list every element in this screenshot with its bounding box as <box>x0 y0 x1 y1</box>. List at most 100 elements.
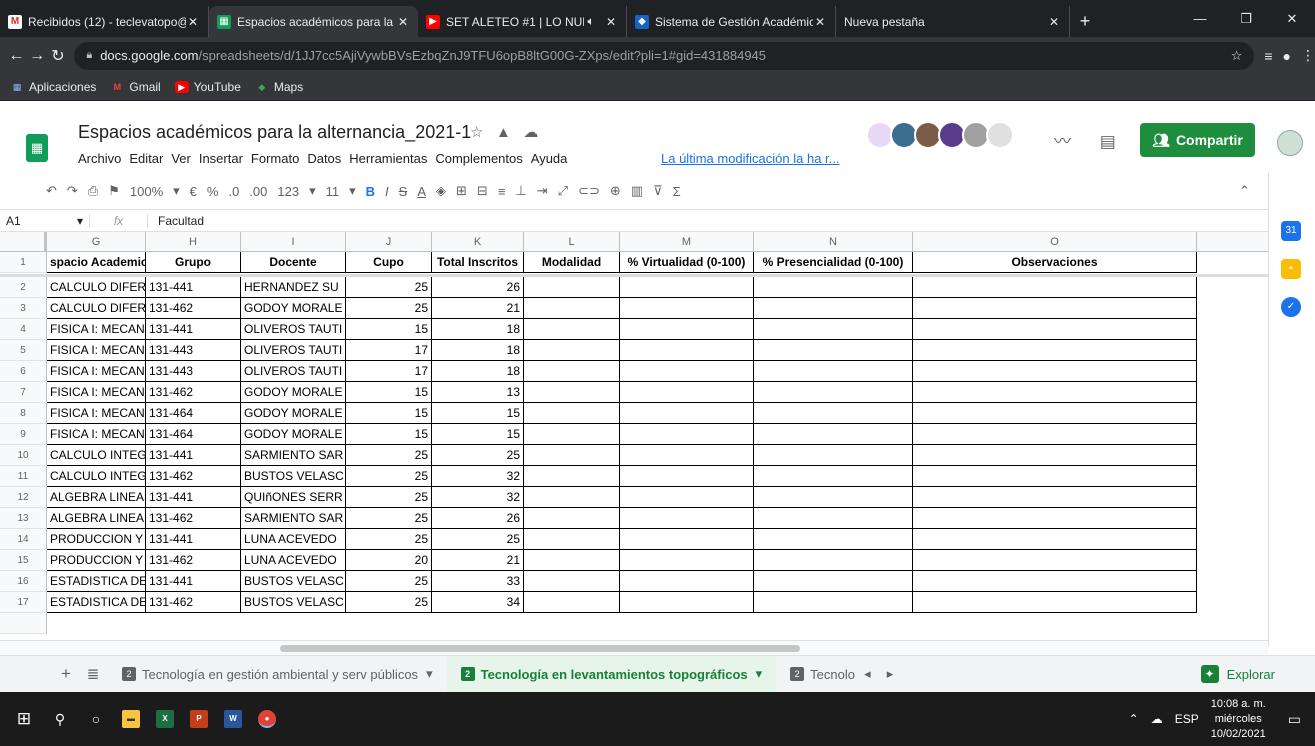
row-header[interactable]: 7 <box>0 382 47 403</box>
table-cell[interactable] <box>754 508 913 529</box>
table-cell[interactable] <box>913 319 1197 340</box>
close-tab-icon[interactable]: ✕ <box>396 15 410 29</box>
keep-icon[interactable]: ▪ <box>1281 259 1301 279</box>
table-cell[interactable]: 131-441 <box>146 277 241 298</box>
menu-ayuda[interactable]: Ayuda <box>531 151 568 166</box>
text-rotation-icon[interactable]: ⤢ <box>558 183 568 199</box>
tasks-icon[interactable]: ✓ <box>1281 297 1301 317</box>
table-cell[interactable] <box>913 340 1197 361</box>
row-header[interactable]: 6 <box>0 361 47 382</box>
table-cell[interactable] <box>620 298 754 319</box>
column-header[interactable]: K <box>432 232 524 252</box>
table-cell[interactable]: FISICA I: MECAN <box>47 319 146 340</box>
table-cell[interactable] <box>524 571 620 592</box>
table-cell[interactable]: CALCULO DIFERE <box>47 277 146 298</box>
address-bar[interactable]: 🔒︎ docs.google.com /spreadsheets/d/1JJ7c… <box>74 41 1255 70</box>
excel-icon[interactable]: X <box>156 710 174 728</box>
table-cell[interactable]: 18 <box>432 361 524 382</box>
table-cell[interactable]: SARMIENTO SAR <box>241 508 346 529</box>
header-cell[interactable]: Grupo <box>146 252 241 273</box>
browser-tab-sheets[interactable]: ▦ Espacios académicos para la al ✕ <box>209 6 418 37</box>
insert-link-icon[interactable]: ⊂⊃ <box>578 183 600 199</box>
cloud-saved-icon[interactable]: ☁ <box>523 124 538 141</box>
activity-trend-icon[interactable]: 〰 <box>1054 132 1071 151</box>
horizontal-align-icon[interactable]: ≡ <box>498 184 506 199</box>
table-cell[interactable]: FISICA I: MECAN <box>47 382 146 403</box>
name-box[interactable]: A1 ▾ <box>0 213 90 228</box>
table-cell[interactable] <box>620 508 754 529</box>
close-window-icon[interactable]: ✕ <box>1269 11 1315 27</box>
table-cell[interactable]: LUNA ACEVEDO <box>241 529 346 550</box>
decrease-decimal-button[interactable]: .0 <box>228 184 239 199</box>
back-icon[interactable]: ← <box>6 47 27 65</box>
bookmark-youtube[interactable]: ▶ YouTube <box>174 80 241 94</box>
currency-format-button[interactable]: € <box>190 184 197 199</box>
table-cell[interactable] <box>620 424 754 445</box>
bookmark-apps[interactable]: ▦ Aplicaciones <box>10 80 97 94</box>
table-cell[interactable] <box>524 340 620 361</box>
menu-ver[interactable]: Ver <box>171 151 191 166</box>
font-size-select[interactable]: 11 <box>326 184 340 199</box>
table-cell[interactable]: ALGEBRA LINEAL <box>47 487 146 508</box>
menu-editar[interactable]: Editar <box>129 151 163 166</box>
table-cell[interactable]: 25 <box>346 508 432 529</box>
bookmark-gmail[interactable]: M Gmail <box>110 80 161 94</box>
table-cell[interactable]: ALGEBRA LINEAL <box>47 508 146 529</box>
insert-comment-icon[interactable]: ⊕ <box>610 183 621 199</box>
table-cell[interactable]: 131-462 <box>146 592 241 613</box>
table-cell[interactable] <box>913 571 1197 592</box>
column-header[interactable]: I <box>241 232 346 252</box>
table-cell[interactable]: 131-441 <box>146 319 241 340</box>
text-color-button[interactable]: A <box>417 184 426 199</box>
table-cell[interactable] <box>913 361 1197 382</box>
table-cell[interactable]: 131-441 <box>146 529 241 550</box>
chrome-icon[interactable]: ● <box>258 710 276 728</box>
forward-icon[interactable]: → <box>27 47 48 65</box>
browser-tab-sga[interactable]: ◆ Sistema de Gestión Académica ✕ <box>627 6 836 37</box>
table-cell[interactable] <box>913 529 1197 550</box>
explore-button[interactable]: ✦ Explorar <box>1200 665 1275 683</box>
table-cell[interactable] <box>913 382 1197 403</box>
table-cell[interactable]: 25 <box>346 529 432 550</box>
select-all-corner[interactable] <box>0 232 47 252</box>
row-header[interactable]: 4 <box>0 319 47 340</box>
table-cell[interactable]: FISICA I: MECAN <box>47 403 146 424</box>
column-header[interactable]: N <box>754 232 913 252</box>
powerpoint-icon[interactable]: P <box>190 710 208 728</box>
table-cell[interactable] <box>524 529 620 550</box>
cortana-icon[interactable]: ○ <box>78 711 114 727</box>
table-cell[interactable]: 25 <box>432 529 524 550</box>
table-cell[interactable] <box>524 550 620 571</box>
table-cell[interactable]: 15 <box>432 424 524 445</box>
row-header[interactable]: 12 <box>0 487 47 508</box>
comments-icon[interactable]: ▤ <box>1100 132 1116 151</box>
menu-complementos[interactable]: Complementos <box>435 151 522 166</box>
new-tab-button[interactable]: + <box>1070 6 1100 37</box>
table-cell[interactable] <box>524 592 620 613</box>
table-cell[interactable] <box>754 319 913 340</box>
all-sheets-icon[interactable]: ≣ <box>78 665 108 683</box>
table-cell[interactable]: 131-462 <box>146 298 241 319</box>
table-cell[interactable] <box>754 487 913 508</box>
table-cell[interactable] <box>754 529 913 550</box>
table-cell[interactable]: 20 <box>346 550 432 571</box>
table-cell[interactable] <box>620 466 754 487</box>
horizontal-scrollbar[interactable] <box>0 640 1268 655</box>
table-cell[interactable] <box>913 403 1197 424</box>
column-header[interactable]: L <box>524 232 620 252</box>
menu-formato[interactable]: Formato <box>251 151 299 166</box>
spreadsheet-grid[interactable]: GHIJKLMNO 1 spacio Academic Grupo Docente Cu… <box>0 232 1268 640</box>
table-cell[interactable] <box>620 571 754 592</box>
redo-icon[interactable]: ↷ <box>67 183 78 199</box>
table-cell[interactable] <box>754 403 913 424</box>
header-cell[interactable]: spacio Academic <box>47 252 146 273</box>
table-cell[interactable] <box>754 277 913 298</box>
table-cell[interactable]: 21 <box>432 550 524 571</box>
table-cell[interactable]: GODOY MORALE <box>241 403 346 424</box>
minimize-icon[interactable]: — <box>1177 11 1223 26</box>
table-cell[interactable] <box>620 403 754 424</box>
table-cell[interactable] <box>524 298 620 319</box>
table-cell[interactable]: FISICA I: MECAN <box>47 340 146 361</box>
table-cell[interactable]: 18 <box>432 340 524 361</box>
add-sheet-icon[interactable]: + <box>54 664 78 684</box>
